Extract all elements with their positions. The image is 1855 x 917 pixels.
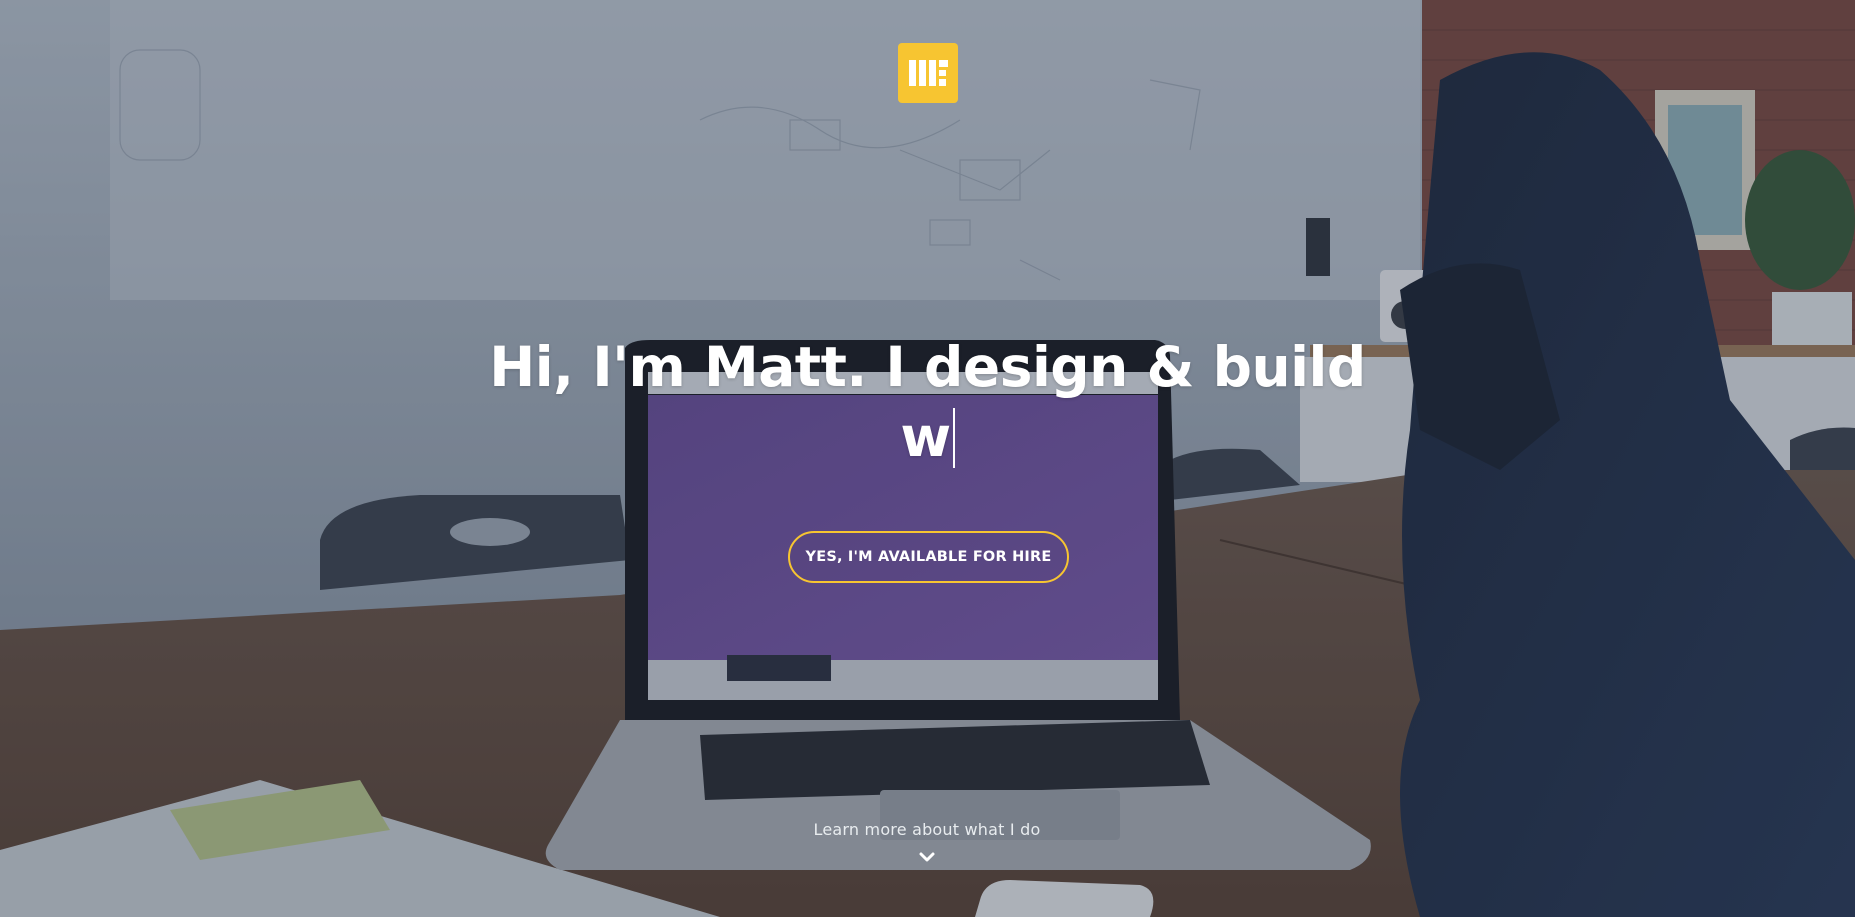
- available-for-hire-button[interactable]: YES, I'M AVAILABLE FOR HIRE: [788, 531, 1069, 583]
- headline-static-text: Hi, I'm Matt. I design & build: [489, 335, 1366, 399]
- hero-section: Hi, I'm Matt. I design & build w YES, I'…: [0, 0, 1855, 917]
- hero-headline: Hi, I'm Matt. I design & build w: [480, 332, 1375, 472]
- logo[interactable]: [898, 43, 958, 103]
- learn-more-link[interactable]: Learn more about what I do: [727, 820, 1127, 839]
- chevron-down-icon[interactable]: [918, 851, 936, 865]
- headline-typed-text: w: [900, 405, 951, 469]
- typing-cursor: [952, 408, 955, 468]
- mf-monogram-icon: [909, 60, 948, 86]
